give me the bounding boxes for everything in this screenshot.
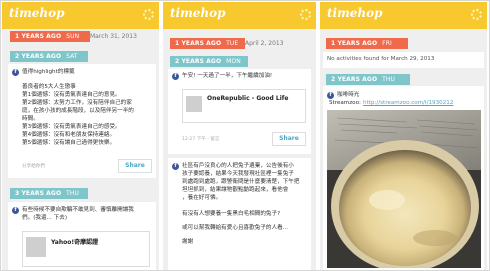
weekday-label: TUE [226,40,239,47]
facebook-icon: f [12,207,19,214]
link-thumbnail [26,237,46,257]
post-title: 咖啡時光 [337,92,360,98]
facebook-post-card: f 有些時候不要自欺騙不敢見到、審慎離開讓我 們。(我還... 下去) Yaho… [8,202,156,270]
years-ago-pill: 1 YEARS AGO TUE [170,38,245,49]
years-ago-label: 3 YEARS AGO [15,190,62,197]
post-text-line: 第1個遺憾：沒有勇氣表達自己的意見。 [22,92,121,98]
years-ago-pill: 2 YEARS AGO SAT [10,51,88,62]
post-text-line: 有些時候不要自欺騙不敢見到、審慎離開讓我 [22,207,134,213]
no-activities-text: No activities found for March 29, 2013 [327,56,435,62]
timehop-header: timehop [163,2,316,29]
timehop-header: timehop [320,2,487,29]
sun-icon [471,9,482,20]
coffee-cup-image [327,110,481,268]
link-preview[interactable]: OneRepublic - Good Life [182,89,306,123]
post-text-line: 第5個遺憾：沒有讓自己過得更快樂。 [22,140,116,146]
date-text: March 31, 2013 [90,33,137,40]
post-text-line: 善良者的5大人生懲事 [22,84,76,90]
post-thanks: 謝謝 [182,239,194,245]
timehop-logo: timehop [327,6,383,20]
post-question: 有沒有人想要養一隻黑白毛相間的兔子? [182,211,281,217]
link-title: Yahoo!奇摩認證 [51,239,99,246]
post-text-line: 時間。 [22,116,39,122]
years-ago-label: 2 YEARS AGO [15,53,62,60]
date-text: April 2, 2013 [245,40,284,47]
post-source: Streamzoo: [329,100,361,106]
feed-column-3[interactable]: timehop 1 YEARS AGO FRI No activities fo… [320,2,487,270]
years-ago-label: 1 YEARS AGO [15,33,62,40]
years-ago-label: 1 YEARS AGO [331,40,378,47]
feed-column-2[interactable]: timehop 1 YEARS AGO TUE April 2, 2013 2 … [163,2,316,270]
weekday-label: FRI [382,40,392,47]
facebook-post-card: f 午安! 一天過了一半，下午繼續加油! OneRepublic - Good … [168,69,311,154]
facebook-post-card: f 社區有戶沒良心的人把兔子遺棄，公告後有小 孩子要認養，結果今天我發現社區裡一… [168,158,311,270]
facebook-icon: f [327,92,334,99]
facebook-post-card: f 咖啡時光 Streamzoo: http://streamzoo.com/i… [323,86,484,270]
years-ago-label: 2 YEARS AGO [331,76,378,83]
timehop-logo: timehop [9,6,65,20]
post-text-line: 午安! 一天過了一半，下午繼續加油! [182,73,273,79]
weekday-label: THU [382,76,396,83]
feed-column-1[interactable]: timehop 1 YEARS AGO SUN March 31, 2013 2… [2,2,159,270]
link-preview[interactable]: Yahoo!奇摩認證 [22,231,150,267]
link-title: OneRepublic - Good Life [207,95,289,102]
sun-icon [143,9,154,20]
facebook-icon: f [172,73,179,80]
facebook-post-card: f 值得highlight的標籤 善良者的5大人生懲事 第1個遺憾：沒有勇氣表達… [8,64,156,178]
post-footer: 12:27 下午 · 留言 [182,137,220,142]
post-text-line: 孩子要認養，結果今天我發現社區裡一隻兔子 [182,171,294,177]
post-question: 或可以幫我轉給有愛心且喜歡兔子的人看... [182,225,289,231]
years-ago-label: 2 YEARS AGO [175,58,222,65]
years-ago-pill: 1 YEARS AGO FRI [326,38,408,49]
post-text-line: 到處跑到處跑，跟警衛問是什麼要清楚，下午把 [182,179,300,185]
post-text-line: 庭，在孩小孩的成長階段，以及陪伴另一半的 [22,108,134,114]
post-title: 值得highlight的標籤 [22,69,75,75]
timehop-header: timehop [2,2,159,29]
post-text-line: ，養在好可憐。 [182,195,222,201]
weekday-label: SAT [66,53,78,60]
years-ago-pill: 2 YEARS AGO THU [326,74,410,85]
post-text-line: 們。(我還... 下去) [22,215,68,221]
post-text-line: 社區有戶沒良心的人把兔子遺棄，公告後有小 [182,163,294,169]
post-text-line: 第4個遺憾：沒有和老朋友保持連絡。 [22,132,116,138]
facebook-icon: f [172,163,179,170]
facebook-icon: f [12,69,19,76]
post-link[interactable]: http://streamzoo.com/i/1930212 [363,99,453,107]
empty-day-notice: No activities found for March 29, 2013 [323,52,484,68]
post-text-line: 第3個遺憾：沒有勇氣表達自己的感受。 [22,124,121,130]
share-button[interactable]: Share [118,159,152,173]
weekday-label: THU [66,190,80,197]
years-ago-label: 1 YEARS AGO [175,40,222,47]
post-text-line: 坦坦抓到，結果讓牠觀點動跑起來，看他會 [182,187,289,193]
share-button[interactable]: Share [272,132,306,146]
coffee-photo[interactable] [327,110,481,268]
years-ago-pill: 3 YEARS AGO THU [10,188,88,199]
sun-icon [300,9,311,20]
post-footer: 分享給你們 [22,164,45,169]
years-ago-pill: 1 YEARS AGO SUN [10,31,90,42]
weekday-label: SUN [66,33,80,40]
weekday-label: MON [226,58,241,65]
timehop-logo: timehop [170,6,226,20]
link-thumbnail [186,96,202,112]
years-ago-pill: 2 YEARS AGO MON [170,56,248,67]
post-text-line: 第2個遺憾：太努力工作，沒有陪伴自己的家 [22,100,132,106]
